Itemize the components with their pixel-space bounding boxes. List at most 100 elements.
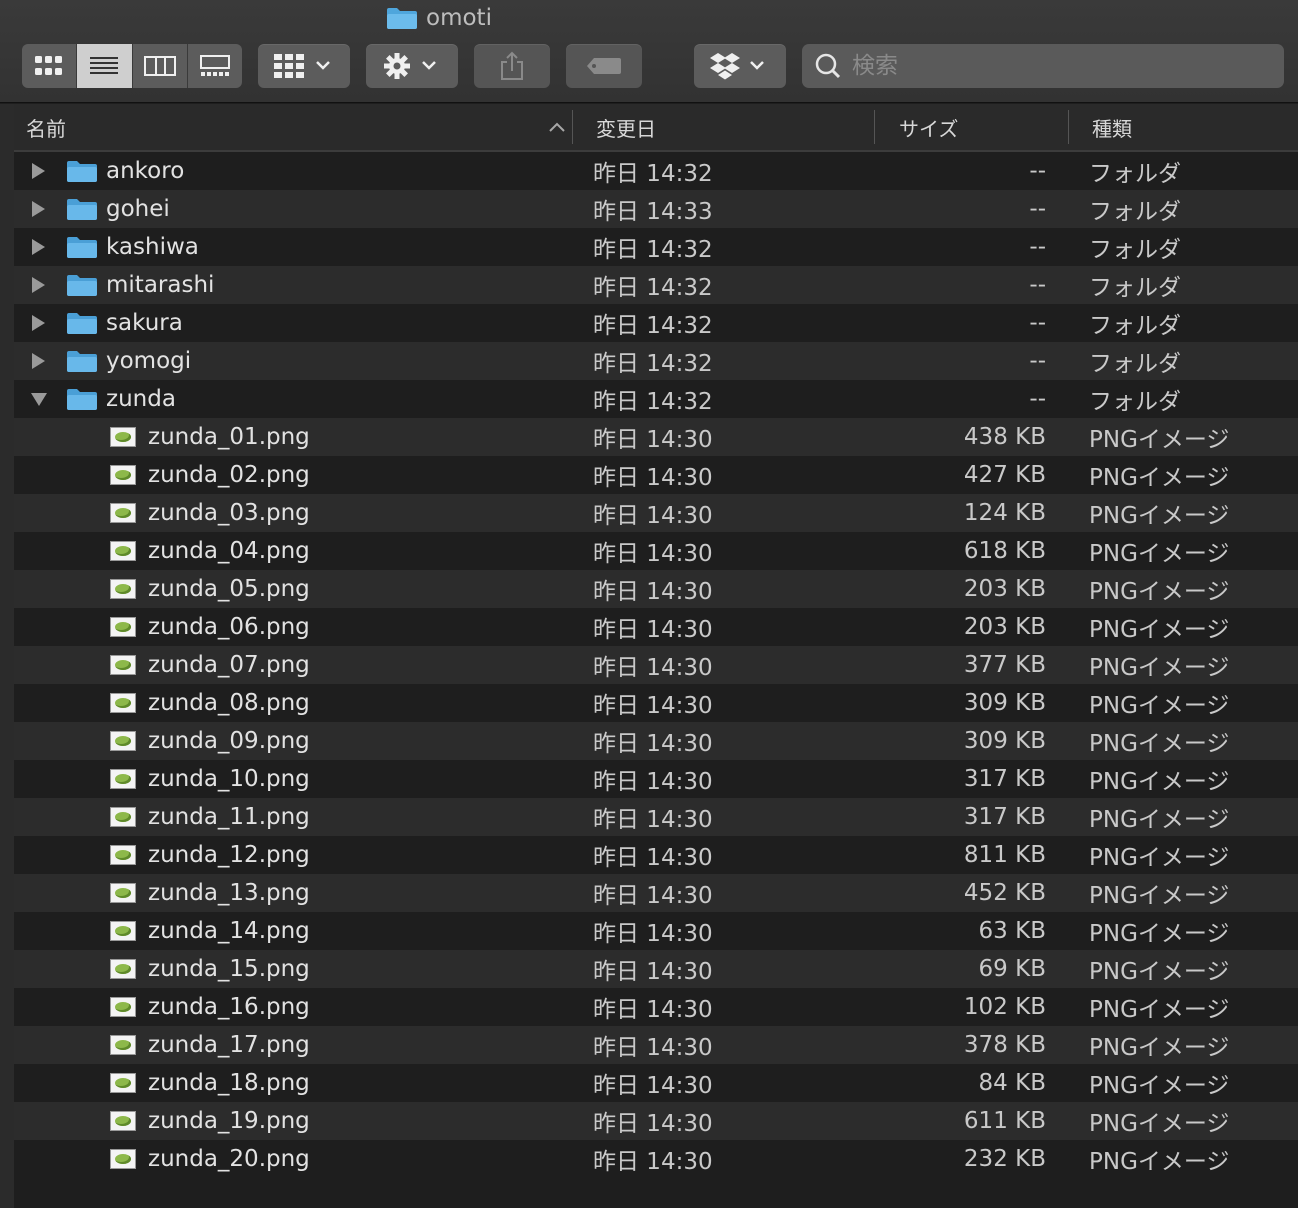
file-name: sakura <box>106 310 183 336</box>
column-separator[interactable] <box>572 110 573 144</box>
file-date: 昨日 14:30 <box>593 883 713 909</box>
disclosure-toggle[interactable] <box>30 304 46 342</box>
file-date: 昨日 14:33 <box>593 199 713 225</box>
file-kind: PNGイメージ <box>1089 1149 1230 1175</box>
folder-row[interactable]: gohei 昨日 14:33 -- フォルダ <box>14 190 1298 228</box>
column-header-kind[interactable]: 種類 <box>1092 104 1292 150</box>
file-list: 名前 変更日 サイズ 種類 ankoro 昨日 14:32 -- フォルダ gohei 昨… <box>14 104 1298 1208</box>
file-row[interactable]: zunda_18.png 昨日 14:30 84 KB PNGイメージ <box>14 1064 1298 1102</box>
disclosure-triangle-closed-icon <box>32 239 45 255</box>
action-menu-button[interactable] <box>366 44 458 88</box>
dropbox-button[interactable] <box>694 44 786 88</box>
png-thumbnail-icon <box>110 1073 136 1093</box>
file-row[interactable]: zunda_13.png 昨日 14:30 452 KB PNGイメージ <box>14 874 1298 912</box>
file-name: zunda_16.png <box>148 994 310 1020</box>
share-button[interactable] <box>474 44 550 88</box>
file-row[interactable]: zunda_19.png 昨日 14:30 611 KB PNGイメージ <box>14 1102 1298 1140</box>
file-size: -- <box>1029 158 1046 184</box>
dropbox-icon <box>710 53 740 80</box>
file-size: -- <box>1029 348 1046 374</box>
column-view-icon <box>143 56 176 76</box>
sidebar-edge <box>0 104 15 1208</box>
folder-row[interactable]: kashiwa 昨日 14:32 -- フォルダ <box>14 228 1298 266</box>
folder-icon <box>66 388 98 416</box>
column-header-name[interactable]: 名前 <box>26 104 566 150</box>
disclosure-toggle[interactable] <box>30 190 46 228</box>
file-row[interactable]: zunda_16.png 昨日 14:30 102 KB PNGイメージ <box>14 988 1298 1026</box>
file-name: zunda_13.png <box>148 880 310 906</box>
file-row[interactable]: zunda_01.png 昨日 14:30 438 KB PNGイメージ <box>14 418 1298 456</box>
disclosure-toggle[interactable] <box>30 266 46 304</box>
folder-icon <box>387 8 417 29</box>
column-header-size[interactable]: サイズ <box>899 104 1069 150</box>
column-separator[interactable] <box>1068 110 1069 144</box>
file-name: zunda_15.png <box>148 956 310 982</box>
search-icon <box>815 53 841 79</box>
disclosure-toggle[interactable] <box>30 342 46 380</box>
file-size: 811 KB <box>963 842 1046 868</box>
icon-view-button[interactable] <box>22 44 78 88</box>
file-row[interactable]: zunda_14.png 昨日 14:30 63 KB PNGイメージ <box>14 912 1298 950</box>
file-date: 昨日 14:30 <box>593 731 713 757</box>
file-row[interactable]: zunda_12.png 昨日 14:30 811 KB PNGイメージ <box>14 836 1298 874</box>
file-row[interactable]: zunda_05.png 昨日 14:30 203 KB PNGイメージ <box>14 570 1298 608</box>
file-row[interactable]: zunda_02.png 昨日 14:30 427 KB PNGイメージ <box>14 456 1298 494</box>
file-name: zunda_20.png <box>148 1146 310 1172</box>
file-kind: PNGイメージ <box>1089 997 1230 1023</box>
file-kind: PNGイメージ <box>1089 617 1230 643</box>
folder-row[interactable]: zunda 昨日 14:32 -- フォルダ <box>14 380 1298 418</box>
file-row[interactable]: zunda_15.png 昨日 14:30 69 KB PNGイメージ <box>14 950 1298 988</box>
column-header-kind-label: 種類 <box>1092 116 1132 141</box>
chevron-down-icon <box>750 61 764 70</box>
file-row[interactable]: zunda_06.png 昨日 14:30 203 KB PNGイメージ <box>14 608 1298 646</box>
column-view-button[interactable] <box>132 44 188 88</box>
file-row[interactable]: zunda_08.png 昨日 14:30 309 KB PNGイメージ <box>14 684 1298 722</box>
file-row[interactable]: zunda_09.png 昨日 14:30 309 KB PNGイメージ <box>14 722 1298 760</box>
column-separator[interactable] <box>874 110 875 144</box>
file-row[interactable]: zunda_20.png 昨日 14:30 232 KB PNGイメージ <box>14 1140 1298 1178</box>
chevron-down-icon <box>422 61 436 70</box>
file-kind: PNGイメージ <box>1089 769 1230 795</box>
disclosure-triangle-closed-icon <box>32 353 45 369</box>
group-by-button[interactable] <box>258 44 350 88</box>
file-row[interactable]: zunda_07.png 昨日 14:30 377 KB PNGイメージ <box>14 646 1298 684</box>
file-date: 昨日 14:32 <box>593 389 713 415</box>
file-date: 昨日 14:30 <box>593 617 713 643</box>
folder-row[interactable]: mitarashi 昨日 14:32 -- フォルダ <box>14 266 1298 304</box>
png-thumbnail-icon <box>110 883 136 903</box>
disclosure-toggle[interactable] <box>30 152 46 190</box>
file-name: zunda_14.png <box>148 918 310 944</box>
gallery-view-button[interactable] <box>187 44 242 88</box>
file-kind: PNGイメージ <box>1089 1111 1230 1137</box>
column-header-modified[interactable]: 変更日 <box>596 104 866 150</box>
folder-row[interactable]: yomogi 昨日 14:32 -- フォルダ <box>14 342 1298 380</box>
folder-icon <box>66 312 98 340</box>
file-kind: フォルダ <box>1089 199 1181 225</box>
folder-row[interactable]: sakura 昨日 14:32 -- フォルダ <box>14 304 1298 342</box>
gear-icon <box>384 53 410 79</box>
folder-row[interactable]: ankoro 昨日 14:32 -- フォルダ <box>14 152 1298 190</box>
disclosure-toggle[interactable] <box>30 380 48 418</box>
file-row[interactable]: zunda_03.png 昨日 14:30 124 KB PNGイメージ <box>14 494 1298 532</box>
file-row[interactable]: zunda_10.png 昨日 14:30 317 KB PNGイメージ <box>14 760 1298 798</box>
png-thumbnail-icon <box>110 579 136 599</box>
column-header-size-label: サイズ <box>899 116 959 141</box>
search-input[interactable] <box>852 53 1252 79</box>
file-date: 昨日 14:30 <box>593 655 713 681</box>
file-name: zunda_04.png <box>148 538 310 564</box>
png-thumbnail-icon <box>110 959 136 979</box>
tag-button[interactable] <box>566 44 642 88</box>
list-view-button[interactable] <box>77 44 133 88</box>
file-date: 昨日 14:30 <box>593 465 713 491</box>
file-row[interactable]: zunda_04.png 昨日 14:30 618 KB PNGイメージ <box>14 532 1298 570</box>
file-row[interactable]: zunda_11.png 昨日 14:30 317 KB PNGイメージ <box>14 798 1298 836</box>
file-row[interactable]: zunda_17.png 昨日 14:30 378 KB PNGイメージ <box>14 1026 1298 1064</box>
file-date: 昨日 14:30 <box>593 1073 713 1099</box>
search-field[interactable] <box>802 44 1284 88</box>
png-thumbnail-icon <box>110 1149 136 1169</box>
disclosure-toggle[interactable] <box>30 228 46 266</box>
list-view-icon <box>90 57 119 74</box>
file-name: yomogi <box>106 348 192 374</box>
png-thumbnail-icon <box>110 921 136 941</box>
file-name: mitarashi <box>106 272 215 298</box>
